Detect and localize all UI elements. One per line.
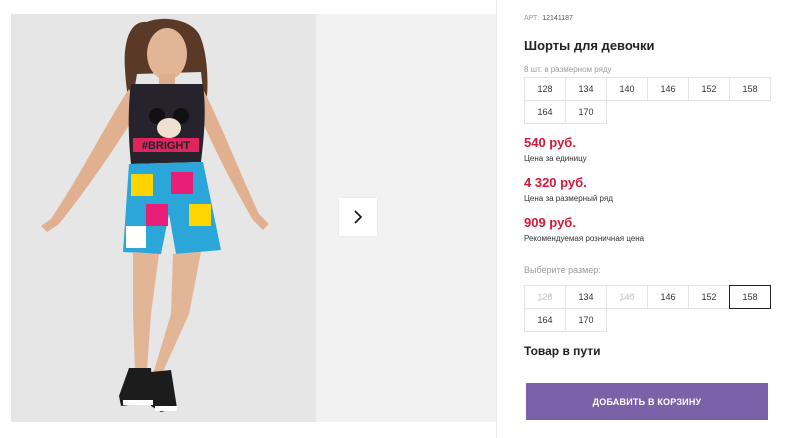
product-gallery: #BRIGHT bbox=[11, 14, 496, 422]
article-label: АРТ: bbox=[524, 15, 540, 22]
next-image-button[interactable] bbox=[339, 198, 377, 236]
size-selector: 128 134 140 146 152 158 164 170 bbox=[524, 285, 772, 332]
size-option[interactable]: 170 bbox=[565, 308, 607, 332]
size-row-cell: 158 bbox=[729, 77, 771, 101]
unit-price-caption: Цена за единицу bbox=[524, 154, 587, 163]
size-row-price-caption: Цена за размерный ряд bbox=[524, 194, 613, 203]
add-to-cart-button[interactable]: ДОБАВИТЬ В КОРЗИНУ bbox=[526, 383, 768, 420]
product-photo[interactable]: #BRIGHT bbox=[11, 14, 316, 422]
size-row-cell: 164 bbox=[524, 100, 566, 124]
size-row-cell: 170 bbox=[565, 100, 607, 124]
size-option[interactable]: 146 bbox=[647, 285, 689, 309]
availability-status: Товар в пути bbox=[524, 344, 601, 358]
size-row-cell: 140 bbox=[606, 77, 648, 101]
size-option[interactable]: 152 bbox=[688, 285, 730, 309]
column-divider bbox=[496, 0, 497, 438]
unit-price: 540 руб. bbox=[524, 135, 576, 150]
size-option-selected[interactable]: 158 bbox=[729, 285, 771, 309]
size-row-caption: 8 шт. в размерном ряду bbox=[524, 65, 612, 74]
size-option-disabled: 140 bbox=[606, 285, 648, 309]
chevron-right-icon bbox=[354, 210, 363, 224]
size-option-disabled: 128 bbox=[524, 285, 566, 309]
size-option[interactable]: 134 bbox=[565, 285, 607, 309]
size-row-price: 4 320 руб. bbox=[524, 175, 587, 190]
girl-in-shorts-image: #BRIGHT bbox=[11, 14, 316, 422]
product-title: Шорты для девочки bbox=[524, 38, 655, 53]
size-row-cell: 128 bbox=[524, 77, 566, 101]
select-size-caption: Выберите размер: bbox=[524, 265, 601, 275]
retail-price: 909 руб. bbox=[524, 215, 576, 230]
retail-price-caption: Рекомендуемая розничная цена bbox=[524, 234, 645, 243]
size-row-cell: 146 bbox=[647, 77, 689, 101]
svg-text:#BRIGHT: #BRIGHT bbox=[142, 140, 191, 152]
size-row-grid: 128 134 140 146 152 158 164 170 bbox=[524, 77, 772, 124]
article-value: 12141187 bbox=[542, 15, 573, 22]
article-number: АРТ: 12141187 bbox=[524, 15, 573, 22]
size-option[interactable]: 164 bbox=[524, 308, 566, 332]
size-row-cell: 152 bbox=[688, 77, 730, 101]
size-row-cell: 134 bbox=[565, 77, 607, 101]
